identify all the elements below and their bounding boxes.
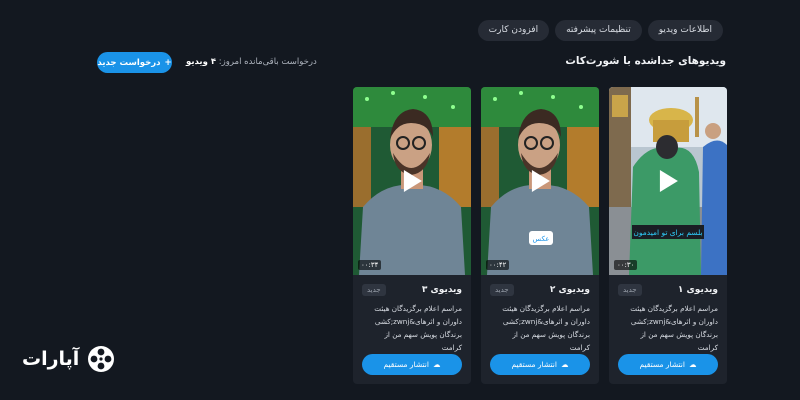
publish-label: انتشار مستقیم [639,360,685,369]
new-badge: جدید [490,284,514,296]
brand-name: آپارات [22,348,80,370]
video-thumbnail[interactable]: عکس ۰۰:۴۲ [481,87,599,275]
play-icon [403,170,422,192]
top-tabs: اطلاعات ویدیو تنظیمات پیشرفته افزودن کار… [477,20,723,41]
tab-video-info[interactable]: اطلاعات ویدیو [647,20,723,41]
upload-cloud-icon: ☁ [560,360,569,369]
video-card-2[interactable]: عکس ۰۰:۴۲ ویدیوی ۲ جدید مراسم اعلام برگز… [481,87,599,384]
video-card-1[interactable]: بلسم برای تو امیدمون ۰۰:۳۰ ویدیوی ۱ جدید… [609,87,727,384]
new-badge: جدید [618,284,642,296]
duration-badge: ۰۰:۴۲ [486,260,510,270]
publish-label: انتشار مستقیم [511,360,557,369]
video-title: ویدیوی ۳ [421,285,462,295]
video-thumbnail[interactable]: ۰۰:۳۴ [353,87,471,275]
video-title: ویدیوی ۱ [677,285,718,295]
upload-cloud-icon: ☁ [432,360,441,369]
publish-button[interactable]: ☁ انتشار مستقیم [362,354,462,375]
video-description: مراسم اعلام برگزیدگان هیئت داوران و اثره… [374,304,462,352]
upload-cloud-icon: ☁ [688,360,697,369]
card-header: ویدیوی ۲ جدید [481,275,599,296]
publish-label: انتشار مستقیم [383,360,429,369]
publish-button[interactable]: ☁ انتشار مستقیم [618,354,718,375]
thumbnail-caption: بلسم برای تو امیدمون [633,228,702,237]
video-description: مراسم اعلام برگزیدگان هیئت داوران و اثره… [630,304,718,352]
thumbnail-caption: عکس [533,235,550,243]
tab-add-card[interactable]: افزودن کارت [477,20,550,41]
new-badge: جدید [362,284,386,296]
video-description: مراسم اعلام برگزیدگان هیئت داوران و اثره… [502,304,590,352]
video-thumbnail[interactable]: بلسم برای تو امیدمون ۰۰:۳۰ [609,87,727,275]
play-icon [659,170,678,192]
play-icon [531,170,550,192]
section-title: ویدیوهای جداشده با شورت‌کات [565,55,726,67]
remaining-requests: درخواست باقی‌مانده امروز: ۴ ویدیو [186,57,317,67]
publish-button[interactable]: ☁ انتشار مستقیم [490,354,590,375]
remaining-count: ۴ ویدیو [186,57,217,67]
aparat-logo[interactable]: آپارات [22,344,116,374]
video-card-3[interactable]: ۰۰:۳۴ ویدیوی ۳ جدید مراسم اعلام برگزیدگا… [353,87,471,384]
tab-advanced-settings[interactable]: تنظیمات پیشرفته [555,20,642,41]
card-header: ویدیوی ۱ جدید [609,275,727,296]
remaining-label: درخواست باقی‌مانده امروز: [218,57,317,67]
new-request-label: درخواست جدید [97,57,161,68]
card-header: ویدیوی ۳ جدید [353,275,471,296]
plus-icon: + [164,57,172,68]
duration-badge: ۰۰:۳۰ [614,260,638,270]
aparat-reel-icon [88,346,115,372]
duration-badge: ۰۰:۳۴ [358,260,382,270]
new-request-button[interactable]: + درخواست جدید [97,52,172,73]
video-title: ویدیوی ۲ [549,285,590,295]
